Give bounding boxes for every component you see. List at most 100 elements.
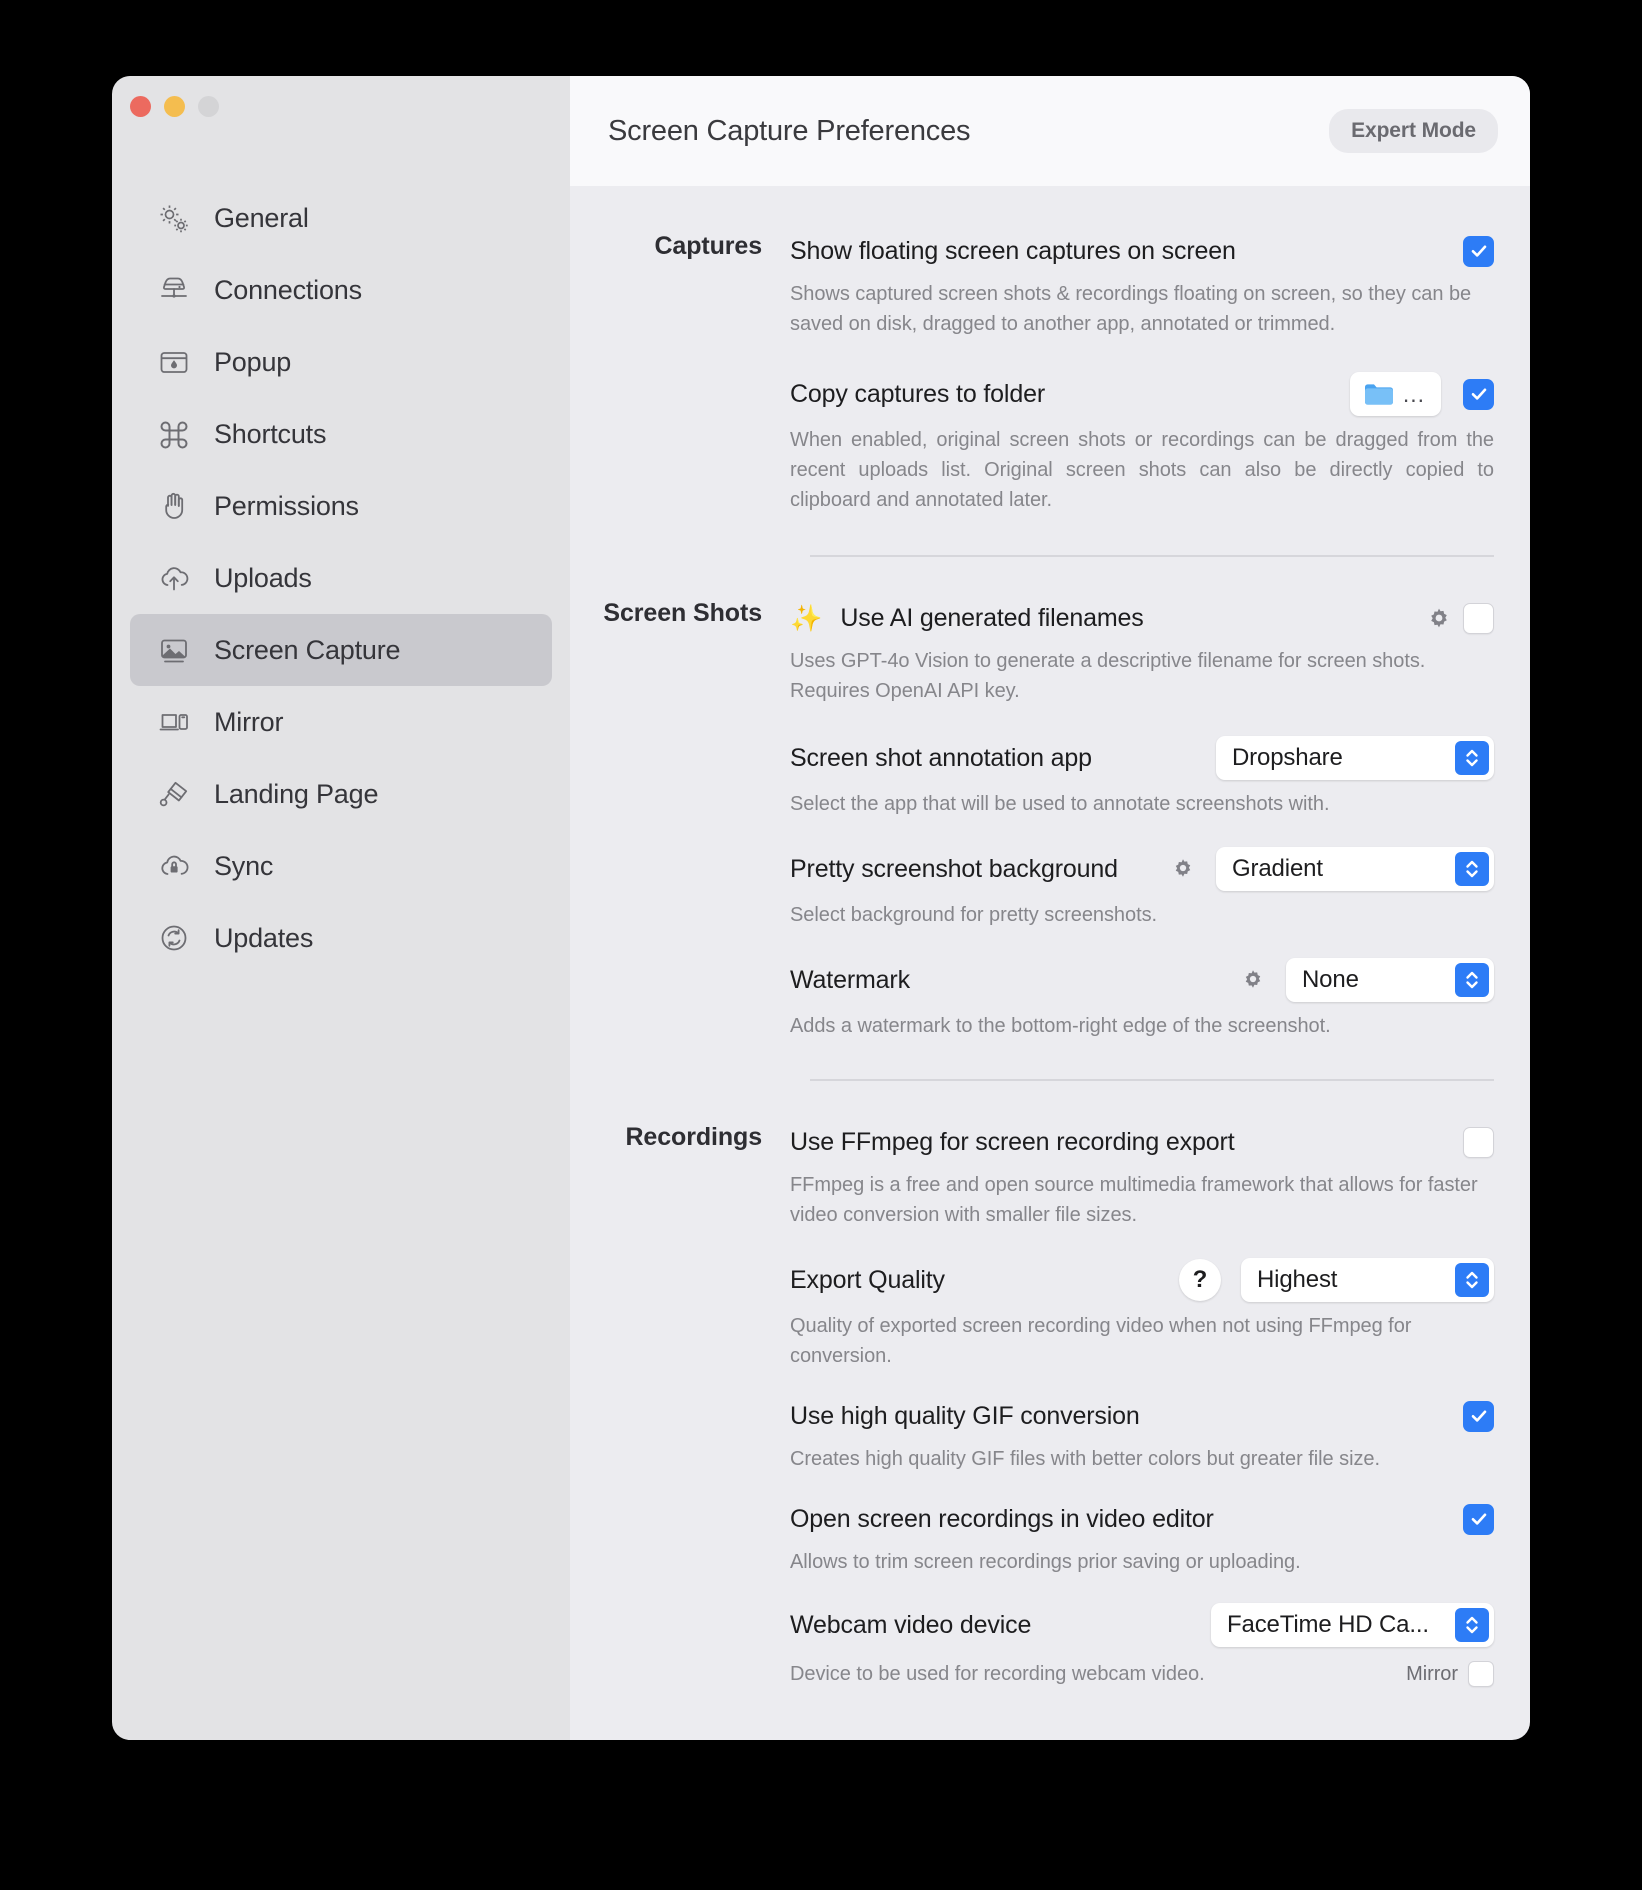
section-recordings: Recordings Use FFmpeg for screen recordi… xyxy=(570,1123,1530,1693)
row-watermark: Watermark None xyxy=(790,958,1494,1002)
content-titlebar: Screen Capture Preferences Expert Mode xyxy=(570,76,1530,186)
sidebar-item-label: Updates xyxy=(214,923,313,954)
page-title: Screen Capture Preferences xyxy=(608,115,970,148)
section-body-screen-shots: ✨ Use AI generated filenames xyxy=(790,599,1530,1041)
row-pretty-background: Pretty screenshot background Gradient xyxy=(790,847,1494,891)
sidebar-item-label: General xyxy=(214,203,309,234)
sidebar-item-permissions[interactable]: Permissions xyxy=(130,470,552,542)
select-value: Highest xyxy=(1257,1266,1445,1294)
pretty-background-select[interactable]: Gradient xyxy=(1216,847,1494,891)
sidebar-item-label: Screen Capture xyxy=(214,635,400,666)
row-description: Quality of exported screen recording vid… xyxy=(790,1311,1490,1371)
row-show-floating-captures: Show floating screen captures on screen xyxy=(790,232,1494,270)
row-open-in-video-editor: Open screen recordings in video editor xyxy=(790,1500,1494,1538)
row-description: Adds a watermark to the bottom-right edg… xyxy=(790,1011,1494,1041)
row-title: Pretty screenshot background xyxy=(790,855,1118,884)
sidebar-item-label: Connections xyxy=(214,275,362,306)
hand-icon xyxy=(156,489,192,523)
sidebar-item-landing-page[interactable]: Landing Page xyxy=(130,758,552,830)
mirror-checkbox[interactable] xyxy=(1468,1661,1494,1687)
refresh-circle-icon xyxy=(156,921,192,955)
sidebar-item-label: Permissions xyxy=(214,491,359,522)
row-title: Use FFmpeg for screen recording export xyxy=(790,1128,1234,1157)
cloud-lock-icon xyxy=(156,849,192,883)
row-description: FFmpeg is a free and open source multime… xyxy=(790,1170,1494,1230)
section-label-recordings: Recordings xyxy=(570,1123,762,1152)
row-description: Allows to trim screen recordings prior s… xyxy=(790,1547,1494,1577)
pretty-background-gear-icon[interactable] xyxy=(1170,855,1198,883)
select-value: Gradient xyxy=(1232,855,1445,883)
minimize-button[interactable] xyxy=(164,96,185,117)
traffic-lights xyxy=(130,96,219,117)
show-floating-captures-checkbox[interactable] xyxy=(1463,236,1494,267)
section-screen-shots: Screen Shots ✨ Use AI generated filename… xyxy=(570,599,1530,1041)
section-label-captures: Captures xyxy=(570,232,762,261)
section-captures: Captures Show floating screen captures o… xyxy=(570,232,1530,515)
chevron-updown-icon xyxy=(1455,741,1489,775)
sidebar-item-connections[interactable]: Connections xyxy=(130,254,552,326)
divider-screenshots-recordings xyxy=(810,1079,1494,1081)
row-title: Open screen recordings in video editor xyxy=(790,1505,1214,1534)
divider-captures-screenshots xyxy=(810,555,1494,557)
select-value: FaceTime HD Ca... xyxy=(1227,1611,1445,1639)
annotation-app-select[interactable]: Dropshare xyxy=(1216,736,1494,780)
watermark-gear-icon[interactable] xyxy=(1240,966,1268,994)
high-quality-gif-checkbox[interactable] xyxy=(1463,1401,1494,1432)
cloud-upload-icon xyxy=(156,561,192,595)
sidebar-item-shortcuts[interactable]: Shortcuts xyxy=(130,398,552,470)
row-title: Watermark xyxy=(790,966,910,995)
sidebar-item-label: Mirror xyxy=(214,707,283,738)
sidebar: General Connections xyxy=(112,76,570,1740)
sidebar-item-label: Sync xyxy=(214,851,273,882)
chevron-updown-icon xyxy=(1455,1608,1489,1642)
choose-folder-button[interactable]: ... xyxy=(1350,372,1441,416)
expert-mode-button[interactable]: Expert Mode xyxy=(1329,109,1498,153)
close-button[interactable] xyxy=(130,96,151,117)
row-description: Creates high quality GIF files with bett… xyxy=(790,1444,1494,1474)
laptop-phone-icon xyxy=(156,705,192,739)
command-icon xyxy=(156,417,192,451)
paintbrush-icon xyxy=(156,777,192,811)
sidebar-item-screen-capture[interactable]: Screen Capture xyxy=(130,614,552,686)
row-annotation-app: Screen shot annotation app Dropshare xyxy=(790,736,1494,780)
row-description: Select the app that will be used to anno… xyxy=(790,789,1494,819)
row-title: Screen shot annotation app xyxy=(790,744,1092,773)
sidebar-item-popup[interactable]: Popup xyxy=(130,326,552,398)
row-description: Device to be used for recording webcam v… xyxy=(790,1659,1205,1689)
sidebar-item-general[interactable]: General xyxy=(130,182,552,254)
row-description: When enabled, original screen shots or r… xyxy=(790,425,1494,515)
section-body-captures: Show floating screen captures on screen … xyxy=(790,232,1530,515)
row-title: Export Quality xyxy=(790,1266,945,1295)
sidebar-item-sync[interactable]: Sync xyxy=(130,830,552,902)
window-dot-icon xyxy=(156,345,192,379)
watermark-select[interactable]: None xyxy=(1286,958,1494,1002)
sidebar-item-label: Landing Page xyxy=(214,779,378,810)
folder-ellipsis-label: ... xyxy=(1403,383,1425,406)
ai-filenames-gear-icon[interactable] xyxy=(1425,604,1453,632)
export-quality-select[interactable]: Highest xyxy=(1241,1258,1494,1302)
row-high-quality-gif: Use high quality GIF conversion xyxy=(790,1397,1494,1435)
webcam-device-select[interactable]: FaceTime HD Ca... xyxy=(1211,1603,1494,1647)
sidebar-item-updates[interactable]: Updates xyxy=(130,902,552,974)
row-description: Shows captured screen shots & recordings… xyxy=(790,279,1494,339)
sparkles-icon: ✨ xyxy=(790,605,822,631)
row-title: Show floating screen captures on screen xyxy=(790,237,1236,266)
gears-icon xyxy=(156,201,192,235)
chevron-updown-icon xyxy=(1455,852,1489,886)
row-webcam-description-mirror: Device to be used for recording webcam v… xyxy=(790,1655,1494,1693)
sidebar-item-uploads[interactable]: Uploads xyxy=(130,542,552,614)
ai-filenames-checkbox[interactable] xyxy=(1463,603,1494,634)
export-quality-help-button[interactable]: ? xyxy=(1179,1259,1221,1301)
section-label-screen-shots: Screen Shots xyxy=(570,599,762,628)
server-icon xyxy=(156,273,192,307)
row-title: Use high quality GIF conversion xyxy=(790,1402,1140,1431)
sidebar-item-mirror[interactable]: Mirror xyxy=(130,686,552,758)
row-use-ffmpeg: Use FFmpeg for screen recording export xyxy=(790,1123,1494,1161)
zoom-button[interactable] xyxy=(198,96,219,117)
row-title: Copy captures to folder xyxy=(790,380,1045,409)
sidebar-item-label: Popup xyxy=(214,347,291,378)
open-in-video-editor-checkbox[interactable] xyxy=(1463,1504,1494,1535)
use-ffmpeg-checkbox[interactable] xyxy=(1463,1127,1494,1158)
select-value: None xyxy=(1302,966,1445,994)
copy-captures-to-folder-checkbox[interactable] xyxy=(1463,379,1494,410)
